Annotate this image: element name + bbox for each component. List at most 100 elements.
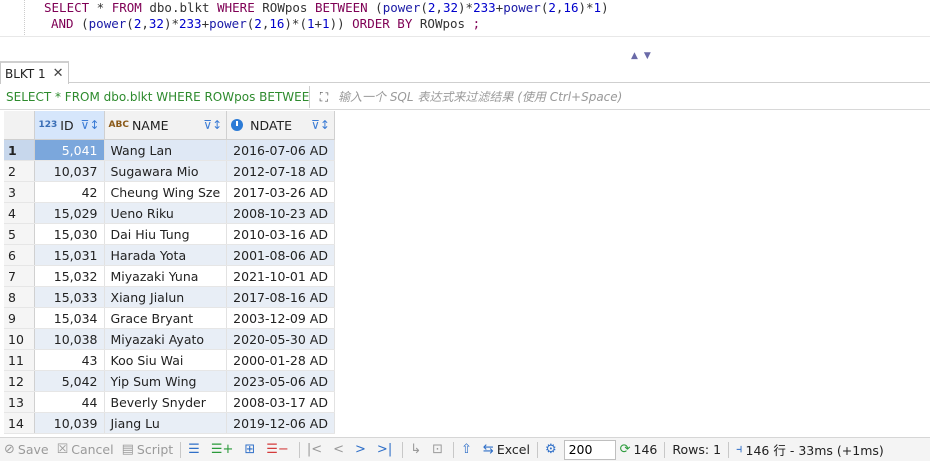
row-number[interactable]: 1 <box>4 139 35 161</box>
cell-id[interactable]: 15,031 <box>34 244 105 266</box>
sort-filter-icon[interactable]: ⊽↕ <box>311 118 330 132</box>
sql-line-1[interactable]: SELECT * FROM dbo.blkt WHERE ROWpos BETW… <box>44 0 609 16</box>
cell-name[interactable]: Miyazaki Yuna <box>104 265 228 287</box>
table-row[interactable]: 2 10,037 Sugawara Mio 2012-07-18 AD <box>4 160 335 182</box>
cell-name[interactable]: Wang Lan <box>104 139 228 161</box>
cell-ndate[interactable]: 2000-01-28 AD <box>226 349 335 371</box>
cell-name[interactable]: Koo Siu Wai <box>104 349 228 371</box>
copy-row-button[interactable]: ⊞ <box>240 438 262 461</box>
cell-name[interactable]: Dai Hiu Tung <box>104 223 228 245</box>
delete-row-button[interactable]: ☰− <box>262 438 296 461</box>
cell-name[interactable]: Xiang Jialun <box>104 286 228 308</box>
row-number[interactable]: 10 <box>4 328 35 350</box>
row-number[interactable]: 7 <box>4 265 35 287</box>
cell-name[interactable]: Jiang Lu <box>104 412 228 434</box>
table-row[interactable]: 14 10,039 Jiang Lu 2019-12-06 AD <box>4 412 335 434</box>
row-number[interactable]: 13 <box>4 391 35 413</box>
script-button[interactable]: ▤ Script <box>118 438 178 461</box>
table-row[interactable]: 13 44 Beverly Snyder 2008-03-17 AD <box>4 391 335 413</box>
save-button[interactable]: ⊘ Save <box>0 438 53 461</box>
column-header-ndate[interactable]: NDATE ⊽↕ <box>226 111 335 140</box>
next-page-button[interactable]: > <box>351 438 373 461</box>
cell-id[interactable]: 15,032 <box>34 265 105 287</box>
export-button[interactable]: ⇧ <box>457 438 479 461</box>
cell-name[interactable]: Grace Bryant <box>104 307 228 329</box>
cancel-button[interactable]: ☒ Cancel <box>53 438 118 461</box>
cell-ndate[interactable]: 2008-03-17 AD <box>226 391 335 413</box>
table-row[interactable]: 1 5,041 Wang Lan 2016-07-06 AD <box>4 139 335 161</box>
fetch-settings-button[interactable]: ⚙ <box>541 438 564 461</box>
table-row[interactable]: 4 15,029 Ueno Riku 2008-10-23 AD <box>4 202 335 224</box>
cell-ndate[interactable]: 2021-10-01 AD <box>226 265 335 287</box>
cell-name[interactable]: Harada Yota <box>104 244 228 266</box>
table-row[interactable]: 7 15,032 Miyazaki Yuna 2021-10-01 AD <box>4 265 335 287</box>
excel-button[interactable]: ⇆ Excel <box>479 438 534 461</box>
row-number[interactable]: 11 <box>4 349 35 371</box>
table-row[interactable]: 5 15,030 Dai Hiu Tung 2010-03-16 AD <box>4 223 335 245</box>
table-row[interactable]: 10 10,038 Miyazaki Ayato 2020-05-30 AD <box>4 328 335 350</box>
cell-name[interactable]: Sugawara Mio <box>104 160 228 182</box>
filter-input[interactable] <box>334 86 930 108</box>
cell-name[interactable]: Miyazaki Ayato <box>104 328 228 350</box>
table-row[interactable]: 11 43 Koo Siu Wai 2000-01-28 AD <box>4 349 335 371</box>
cell-ndate[interactable]: 2016-07-06 AD <box>226 139 335 161</box>
cell-id[interactable]: 15,033 <box>34 286 105 308</box>
add-row-button[interactable]: ☰+ <box>207 438 241 461</box>
edit-row-button[interactable]: ☰ <box>184 438 207 461</box>
cell-id[interactable]: 10,039 <box>34 412 105 434</box>
cell-id[interactable]: 10,037 <box>34 160 105 182</box>
cell-id[interactable]: 15,029 <box>34 202 105 224</box>
cell-ndate[interactable]: 2017-08-16 AD <box>226 286 335 308</box>
previous-page-button[interactable]: < <box>329 438 351 461</box>
first-page-button[interactable]: |< <box>303 438 329 461</box>
fetch-size-input[interactable] <box>563 439 616 460</box>
column-header-name[interactable]: ABC NAME ⊽↕ <box>104 111 228 140</box>
cell-id[interactable]: 10,038 <box>34 328 105 350</box>
cell-ndate[interactable]: 2023-05-06 AD <box>226 370 335 392</box>
cell-ndate[interactable]: 2008-10-23 AD <box>226 202 335 224</box>
cell-name[interactable]: Yip Sum Wing <box>104 370 228 392</box>
row-number[interactable]: 3 <box>4 181 35 203</box>
transform-button[interactable]: ↳ <box>406 438 428 461</box>
refresh-button[interactable]: ⟳ 146 <box>616 438 662 461</box>
row-number[interactable]: 14 <box>4 412 35 434</box>
results-grid[interactable]: 123 ID ⊽↕ ABC NAME ⊽↕ NDATE ⊽↕ 1 5,041 W… <box>4 111 335 434</box>
cell-ndate[interactable]: 2001-08-06 AD <box>226 244 335 266</box>
table-row[interactable]: 12 5,042 Yip Sum Wing 2023-05-06 AD <box>4 370 335 392</box>
row-number[interactable]: 6 <box>4 244 35 266</box>
table-row[interactable]: 3 42 Cheung Wing Sze 2017-03-26 AD <box>4 181 335 203</box>
row-number[interactable]: 2 <box>4 160 35 182</box>
cell-name[interactable]: Ueno Riku <box>104 202 228 224</box>
sort-filter-icon[interactable]: ⊽↕ <box>203 118 222 132</box>
row-number[interactable]: 4 <box>4 202 35 224</box>
cell-ndate[interactable]: 2010-03-16 AD <box>226 223 335 245</box>
sql-line-2[interactable]: AND (power(2,32)*233+power(2,16)*(1+1)) … <box>51 16 480 32</box>
row-number[interactable]: 8 <box>4 286 35 308</box>
cell-id[interactable]: 5,041 <box>34 139 105 161</box>
expand-filter-icon[interactable]: ⛶ <box>314 86 334 108</box>
cell-id[interactable]: 5,042 <box>34 370 105 392</box>
column-header-id[interactable]: 123 ID ⊽↕ <box>34 111 105 140</box>
cell-ndate[interactable]: 2019-12-06 AD <box>226 412 335 434</box>
tab-blkt-1[interactable]: BLKT 1 ✕ <box>0 61 69 84</box>
table-row[interactable]: 6 15,031 Harada Yota 2001-08-06 AD <box>4 244 335 266</box>
table-row[interactable]: 8 15,033 Xiang Jialun 2017-08-16 AD <box>4 286 335 308</box>
sql-editor[interactable]: SELECT * FROM dbo.blkt WHERE ROWpos BETW… <box>0 0 930 44</box>
row-number[interactable]: 9 <box>4 307 35 329</box>
row-number[interactable]: 5 <box>4 223 35 245</box>
layout-button[interactable]: ⊡ <box>428 438 450 461</box>
cell-name[interactable]: Beverly Snyder <box>104 391 228 413</box>
cell-id[interactable]: 42 <box>34 181 105 203</box>
cell-ndate[interactable]: 2003-12-09 AD <box>226 307 335 329</box>
table-row[interactable]: 9 15,034 Grace Bryant 2003-12-09 AD <box>4 307 335 329</box>
cell-id[interactable]: 43 <box>34 349 105 371</box>
cell-name[interactable]: Cheung Wing Sze <box>104 181 228 203</box>
panel-resize-arrows-icon[interactable]: ▲▼ <box>631 51 657 61</box>
cell-id[interactable]: 44 <box>34 391 105 413</box>
cell-id[interactable]: 15,030 <box>34 223 105 245</box>
last-page-button[interactable]: >| <box>373 438 399 461</box>
cell-ndate[interactable]: 2020-05-30 AD <box>226 328 335 350</box>
cell-ndate[interactable]: 2017-03-26 AD <box>226 181 335 203</box>
cell-ndate[interactable]: 2012-07-18 AD <box>226 160 335 182</box>
close-icon[interactable]: ✕ <box>53 66 64 81</box>
